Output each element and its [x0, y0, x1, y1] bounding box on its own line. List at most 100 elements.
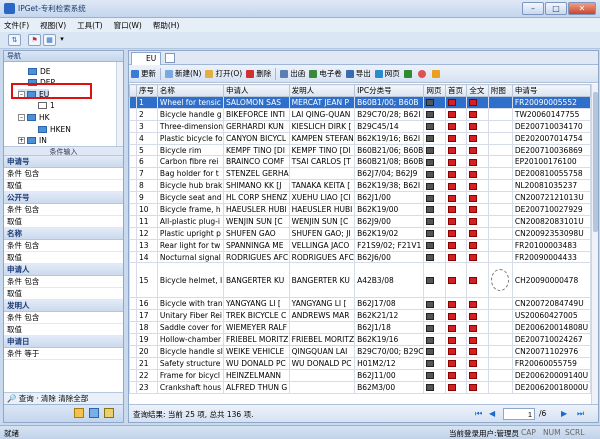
cell-application-no[interactable]: DE200620018000U [511, 380, 591, 394]
cell-applicant[interactable]: BIKEFORCE INTI [222, 107, 290, 121]
row-indicator[interactable] [129, 333, 137, 347]
table-row[interactable]: 8 Bicycle hub brak SHIMANO KK [J TANAKA KEI… [129, 179, 591, 193]
webpage-icon[interactable] [426, 147, 435, 154]
header-full-text[interactable]: 全文 [466, 84, 489, 97]
webpage-icon[interactable] [426, 277, 435, 285]
cell-full-text[interactable] [466, 226, 489, 240]
cell-applicant[interactable]: SALOMON SAS [222, 96, 290, 109]
value-row[interactable]: 取值 [4, 216, 123, 228]
grid-scrollbar[interactable] [591, 84, 598, 405]
cell-seq[interactable]: 3 [135, 119, 158, 133]
cell-ipc[interactable]: B62K19/16; B62I [354, 131, 425, 145]
cell-full-text[interactable] [466, 179, 489, 193]
cell-ipc[interactable]: B60B1/00; B60B [354, 96, 425, 109]
cell-seq[interactable]: 12 [135, 226, 158, 240]
cell-first-page[interactable] [444, 345, 468, 358]
cell-inventor[interactable]: QINGQUAN LAI [288, 345, 356, 358]
cell-applicant[interactable]: GERHARDI KUN [222, 119, 290, 133]
cell-drawing[interactable] [487, 250, 513, 264]
value-row[interactable]: 取值 [4, 324, 123, 336]
cell-ipc[interactable]: B62J9/00 [354, 214, 425, 228]
cell-inventor[interactable]: HAEUSLER HUBI [288, 203, 356, 216]
cell-applicant[interactable]: BANGERTER KU [222, 262, 290, 299]
cell-title[interactable]: Saddle cover for [156, 321, 224, 335]
cell-web[interactable] [423, 250, 446, 264]
cell-first-page[interactable] [444, 297, 468, 311]
letter-button[interactable]: 出函 [280, 68, 305, 79]
scroll-thumb[interactable] [593, 92, 598, 232]
cell-seq[interactable]: 19 [135, 333, 158, 347]
pdf-icon[interactable] [447, 254, 456, 262]
row-indicator[interactable] [129, 96, 137, 109]
cell-applicant[interactable]: SHIMANO KK [J [222, 179, 290, 193]
settings-view-icon[interactable] [104, 408, 114, 418]
section-application-no[interactable]: 申请号 [4, 156, 123, 168]
cell-full-text[interactable] [466, 345, 489, 358]
cell-seq[interactable]: 4 [135, 131, 158, 145]
cell-full-text[interactable] [466, 380, 489, 394]
cell-first-page[interactable] [444, 238, 468, 252]
value-row[interactable]: 取值 [4, 288, 123, 300]
menu-help[interactable]: 帮助(H) [153, 20, 180, 31]
webpage-icon[interactable] [426, 218, 435, 226]
cell-full-text[interactable] [466, 119, 489, 133]
condition-row[interactable]: 条件 包含 [4, 312, 123, 324]
pdf-icon[interactable] [469, 194, 478, 202]
cell-seq[interactable]: 6 [135, 155, 158, 169]
cell-ipc[interactable]: B60B21/08; B60B [354, 155, 425, 169]
cell-drawing[interactable] [487, 107, 513, 121]
open-button[interactable]: 打开(O) [205, 68, 242, 79]
table-row[interactable]: 17 Unitary Fiber Rei TREK BICYCLE C ANDREWS… [129, 309, 591, 323]
cell-web[interactable] [423, 167, 446, 181]
cell-web[interactable] [423, 131, 446, 145]
cell-drawing[interactable] [487, 333, 513, 347]
folder-view-icon[interactable] [74, 408, 84, 418]
prev-page-icon[interactable]: ◀ [489, 409, 495, 418]
cell-applicant[interactable]: KEMPF TINO [DI [222, 143, 290, 157]
pdf-icon[interactable] [469, 384, 478, 392]
pdf-icon[interactable] [447, 147, 456, 154]
cell-ipc[interactable]: B62K21/12 [354, 309, 425, 323]
cell-web[interactable] [423, 107, 446, 121]
cell-ipc[interactable]: B29C70/28; B62I [354, 107, 425, 121]
row-indicator[interactable] [129, 143, 137, 157]
cell-application-no[interactable]: CN20072121013U [511, 191, 591, 205]
cell-first-page[interactable] [444, 368, 468, 382]
pdf-icon[interactable] [447, 242, 456, 250]
cell-applicant[interactable]: YANGYANG LI [ [222, 297, 290, 311]
cell-web[interactable] [423, 333, 446, 347]
row-indicator[interactable] [129, 167, 137, 181]
cell-title[interactable]: Bicycle helmet, I [156, 262, 224, 299]
cell-seq[interactable]: 18 [135, 321, 158, 335]
cell-drawing[interactable] [487, 297, 513, 311]
webpage-icon[interactable] [426, 360, 435, 368]
cell-inventor[interactable]: VELLINGA JACO [288, 238, 356, 252]
row-indicator[interactable] [129, 356, 137, 370]
cell-web[interactable] [423, 226, 446, 240]
value-row[interactable]: 取值 [4, 180, 123, 192]
pdf-icon[interactable] [469, 348, 478, 356]
webpage-button[interactable]: 网页 [374, 68, 400, 79]
cell-seq[interactable]: 14 [135, 250, 158, 264]
delete-button[interactable]: 删除 [246, 68, 271, 79]
cell-web[interactable] [423, 262, 446, 299]
cell-first-page[interactable] [444, 167, 468, 181]
cell-web[interactable] [423, 238, 446, 252]
cell-inventor[interactable]: KIESLICH DIRK [ [288, 119, 356, 133]
row-indicator[interactable] [129, 131, 137, 145]
window-icon[interactable]: ▦ [43, 34, 56, 46]
pdf-icon[interactable] [469, 123, 478, 131]
cell-title[interactable]: Rear light for tw [156, 238, 224, 252]
pdf-icon[interactable] [447, 230, 456, 238]
row-indicator[interactable] [129, 107, 137, 121]
header-first-page[interactable]: 首页 [444, 84, 468, 97]
cell-inventor[interactable]: ANDREWS MAR [288, 309, 356, 323]
cell-title[interactable]: Bicycle with tran [156, 297, 224, 311]
cell-application-no[interactable]: FR20090004433 [511, 250, 591, 264]
pdf-icon[interactable] [447, 336, 456, 344]
cell-seq[interactable]: 21 [135, 356, 158, 370]
cell-first-page[interactable] [444, 262, 468, 299]
cell-applicant[interactable]: SPANNINGA ME [222, 238, 290, 252]
tree-node-hk[interactable]: – HK [18, 112, 50, 122]
cell-title[interactable]: Crankshaft hous [156, 380, 224, 394]
